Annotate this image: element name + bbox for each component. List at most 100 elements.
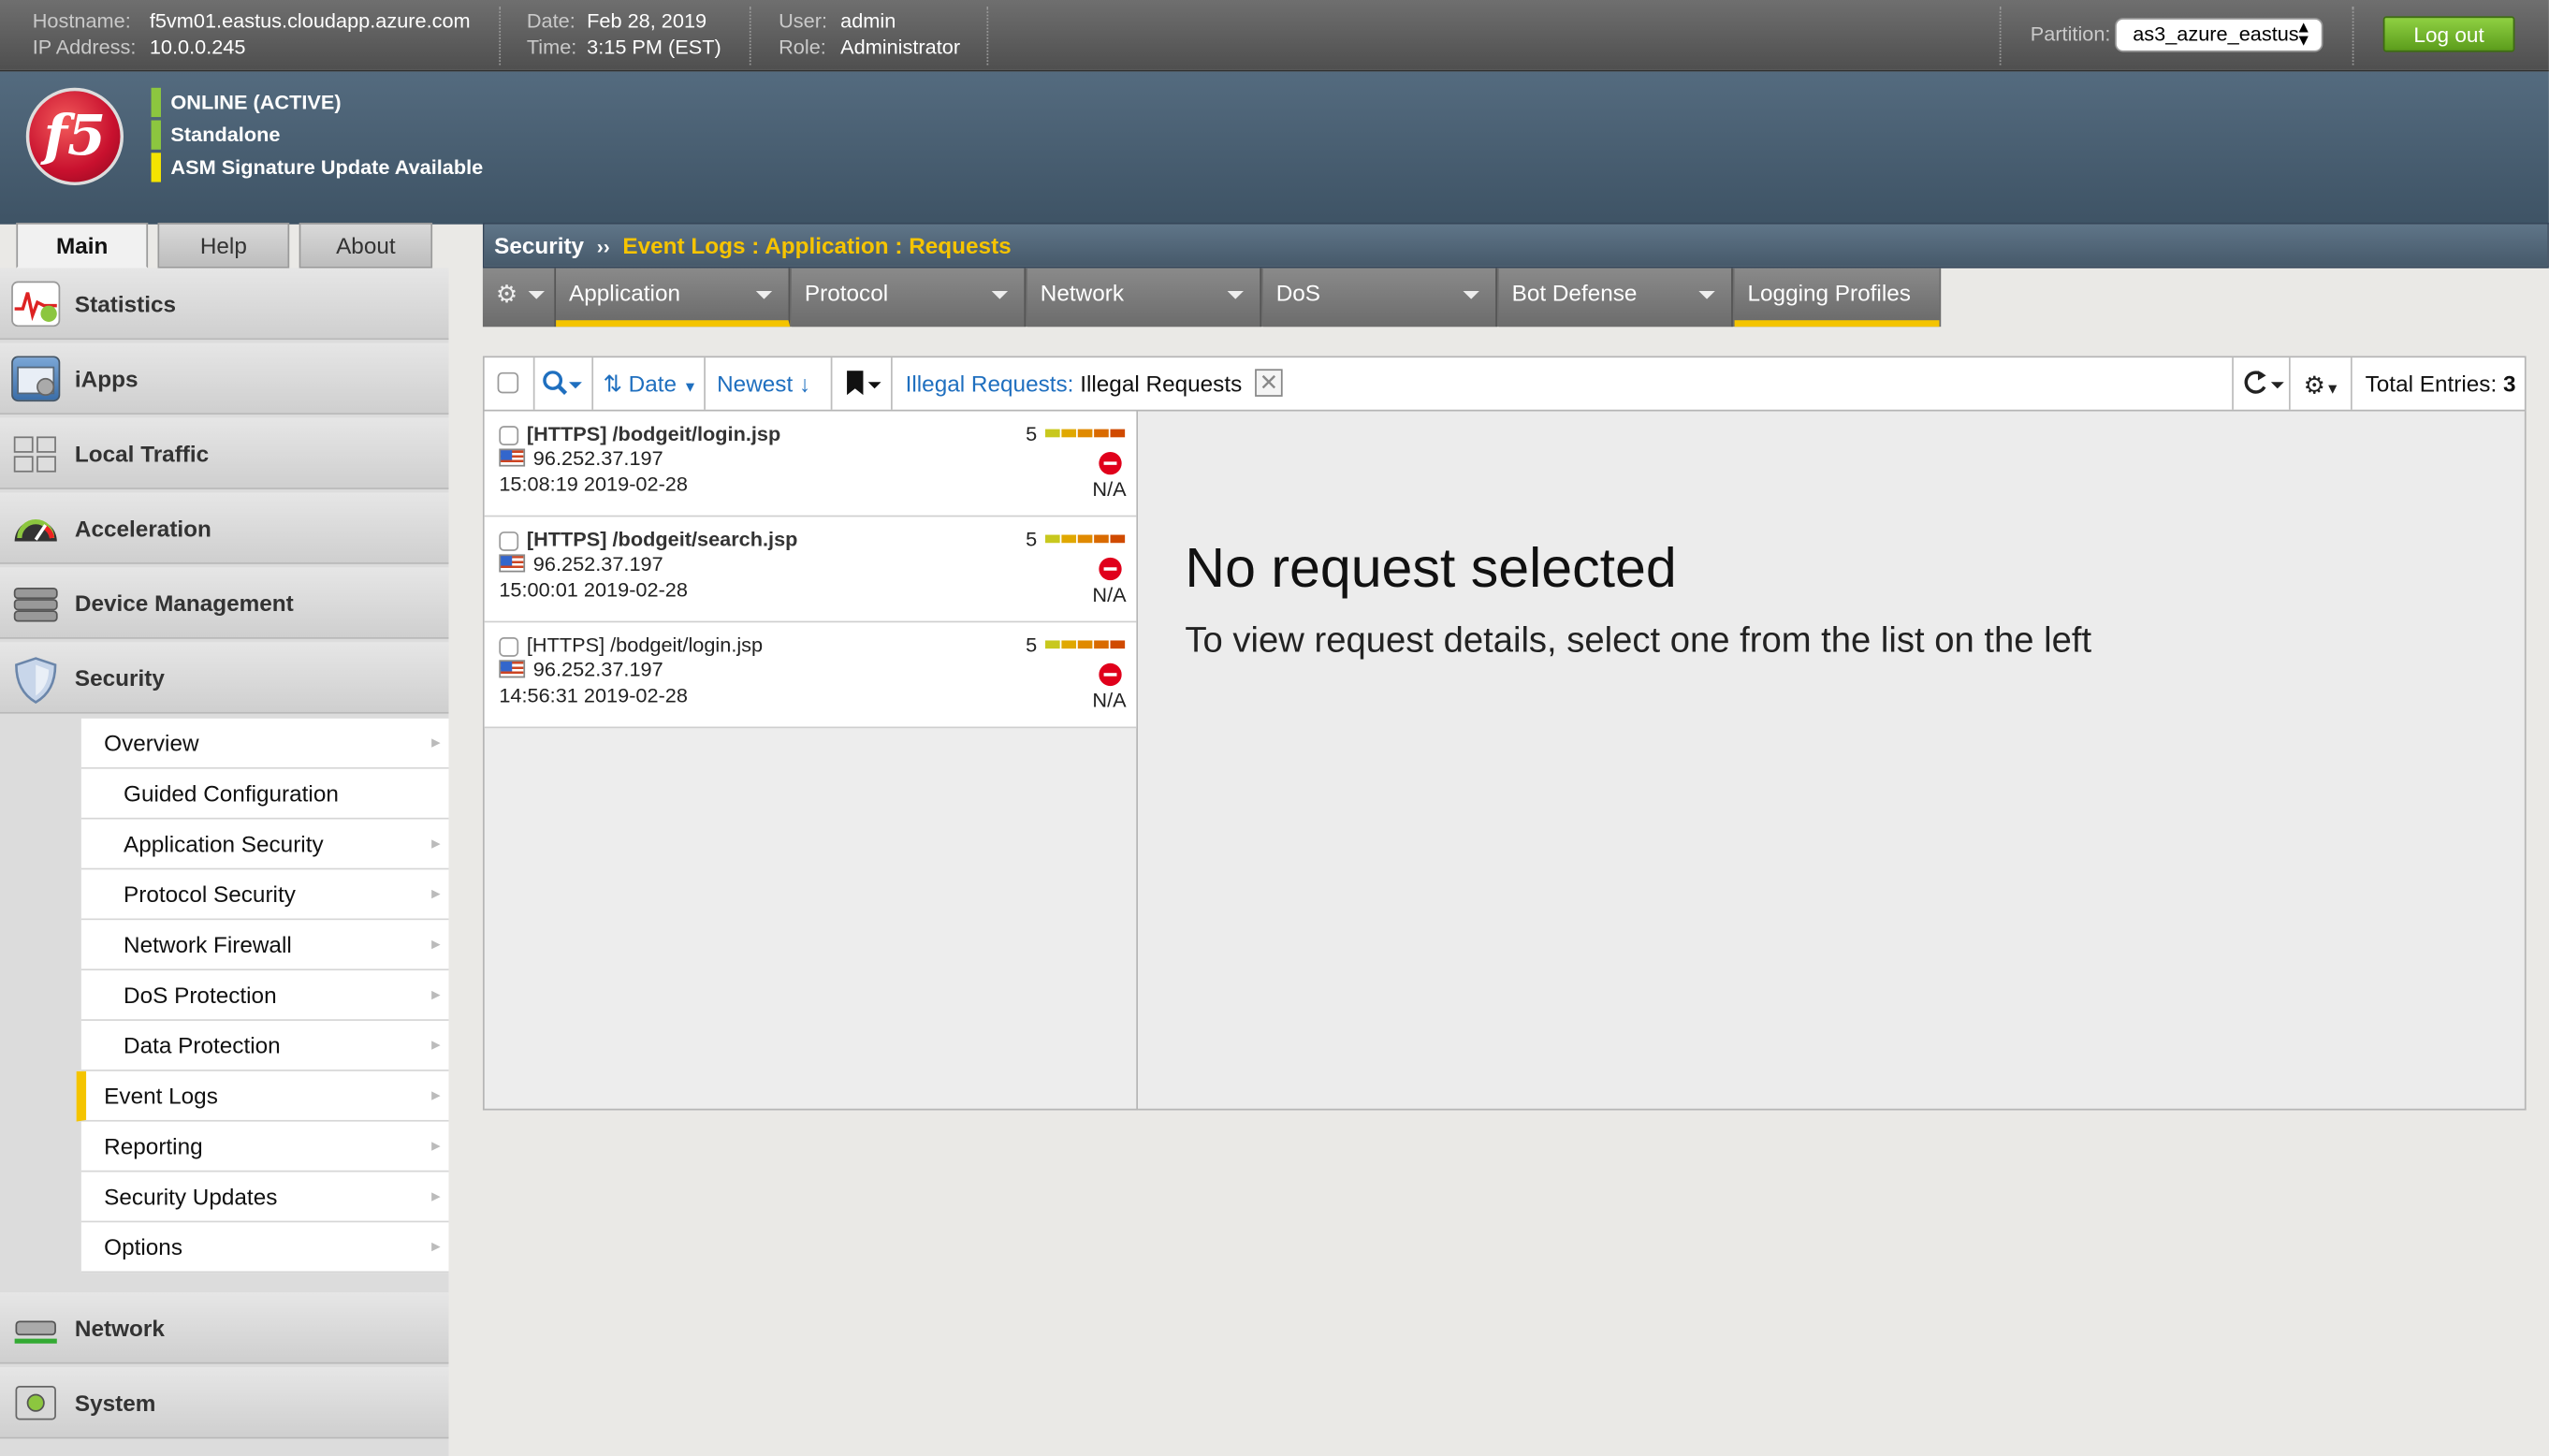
sidebar-sub-options[interactable]: Options ▸ — [80, 1222, 449, 1274]
divider — [986, 6, 989, 66]
sort-by-date-button[interactable]: ⇅ Date ▼ — [593, 357, 706, 410]
sidebar-item-label: iApps — [74, 365, 138, 392]
settings-menu[interactable]: ⚙ — [482, 268, 557, 328]
sidebar-sub-reporting[interactable]: Reporting ▸ — [80, 1121, 449, 1172]
status-asm-update[interactable]: ASM Signature Update Available — [151, 153, 483, 182]
gear-icon: ⚙ — [495, 281, 518, 310]
chevron-right-icon: ▸ — [431, 733, 441, 753]
tab-protocol[interactable]: Protocol — [792, 268, 1027, 328]
sub-label: Options — [104, 1233, 183, 1260]
tab-bot-defense[interactable]: Bot Defense — [1498, 268, 1733, 328]
partition-select[interactable]: as3_azure_eastus ▲ ▼ — [2115, 18, 2323, 52]
sidebar-item-local-traffic[interactable]: Local Traffic — [0, 417, 449, 489]
tab-about[interactable]: About — [299, 222, 433, 269]
sidebar-sub-overview[interactable]: Overview ▸ — [80, 718, 449, 769]
row-checkbox[interactable] — [499, 531, 519, 551]
sub-label: Application Security — [124, 830, 324, 857]
tab-dos[interactable]: DoS — [1262, 268, 1497, 328]
ip-label: IP Address: — [32, 36, 137, 59]
sub-label: Data Protection — [124, 1032, 281, 1058]
search-icon — [543, 371, 582, 395]
divider — [2352, 6, 2354, 66]
request-row[interactable]: [HTTPS] /bodgeit/login.jsp 96.252.37.197… — [484, 411, 1137, 517]
system-icon — [11, 1380, 60, 1426]
divider — [499, 6, 502, 66]
tab-main[interactable]: Main — [16, 222, 149, 269]
request-row[interactable]: [HTTPS] /bodgeit/search.jsp 96.252.37.19… — [484, 517, 1137, 623]
sidebar-sub-protocol-security[interactable]: Protocol Security ▸ — [80, 869, 449, 921]
role-value: Administrator — [840, 36, 961, 59]
request-status: N/A — [1092, 583, 1127, 606]
iapps-icon — [11, 356, 61, 402]
date-label: Date: — [526, 9, 575, 33]
request-ip: 96.252.37.197 — [532, 658, 663, 681]
chevron-right-icon: ▸ — [431, 1237, 441, 1257]
blocked-icon — [1099, 662, 1122, 687]
chevron-down-icon — [991, 290, 1009, 299]
request-row[interactable]: [HTTPS] /bodgeit/login.jsp 96.252.37.197… — [484, 622, 1137, 729]
refresh-menu[interactable] — [2232, 357, 2291, 410]
divider — [749, 6, 751, 66]
tab-label: Network — [1040, 279, 1125, 306]
sidebar-item-device-management[interactable]: Device Management — [0, 567, 449, 639]
user-label: User: — [779, 9, 828, 33]
select-arrows-icon: ▲ ▼ — [2295, 19, 2312, 51]
close-icon: ✕ — [1259, 369, 1279, 396]
status-standalone: Standalone — [151, 120, 280, 150]
logout-button[interactable]: Log out — [2382, 16, 2515, 52]
row-checkbox[interactable] — [499, 636, 519, 657]
sidebar-sub-application-security[interactable]: Application Security ▸ — [80, 819, 449, 870]
sidebar-sub-network-firewall[interactable]: Network Firewall ▸ — [80, 920, 449, 971]
sidebar-sub-security-updates[interactable]: Security Updates ▸ — [80, 1172, 449, 1223]
time-value: 3:15 PM (EST) — [587, 36, 721, 59]
refresh-icon — [2244, 371, 2284, 394]
request-path: [HTTPS] /bodgeit/search.jsp — [526, 528, 798, 551]
sidebar-sub-guided-configuration[interactable]: Guided Configuration — [80, 768, 449, 820]
settings-menu[interactable]: ⚙▼ — [2291, 357, 2352, 410]
chevron-down-icon — [755, 290, 773, 299]
tab-application[interactable]: Application — [556, 268, 791, 328]
local-traffic-icon — [11, 430, 60, 476]
filter-value: Illegal Requests — [1080, 371, 1243, 397]
sidebar-item-iapps[interactable]: iApps — [0, 342, 449, 415]
sidebar-item-acceleration[interactable]: Acceleration — [0, 492, 449, 564]
sort-order-button[interactable]: Newest ↓ — [706, 357, 833, 410]
sidebar-sub-event-logs[interactable]: Event Logs ▸ — [76, 1070, 449, 1122]
hostname-label: Hostname: — [32, 9, 131, 33]
chevron-down-icon — [1463, 290, 1479, 299]
tab-help[interactable]: Help — [157, 222, 290, 269]
sub-label: Event Logs — [104, 1082, 218, 1109]
sidebar-sub-dos-protection[interactable]: DoS Protection ▸ — [80, 970, 449, 1021]
row-checkbox[interactable] — [499, 426, 519, 445]
bookmark-menu[interactable] — [832, 357, 893, 410]
sidebar-item-statistics[interactable]: Statistics — [0, 268, 449, 341]
sidebar-item-network[interactable]: Network — [0, 1292, 449, 1364]
tab-logging-profiles[interactable]: Logging Profiles — [1734, 268, 1940, 328]
select-all-checkbox[interactable] — [485, 357, 535, 410]
tab-network[interactable]: Network — [1027, 268, 1262, 328]
f5-logo: f5 — [25, 87, 124, 186]
partition-label: Partition: — [2030, 22, 2111, 46]
request-status: N/A — [1092, 689, 1127, 712]
breadcrumb-separator: ›› — [596, 235, 610, 259]
status-online: ONLINE (ACTIVE) — [151, 87, 342, 118]
sidebar-item-label: Acceleration — [74, 515, 211, 542]
sidebar-sub-data-protection[interactable]: Data Protection ▸ — [80, 1020, 449, 1071]
time-label: Time: — [526, 36, 577, 59]
request-ip: 96.252.37.197 — [532, 446, 663, 471]
sidebar-item-system[interactable]: System — [0, 1366, 449, 1439]
request-detail-panel: No request selected To view request deta… — [1138, 411, 2527, 1111]
breadcrumb-root[interactable]: Security — [494, 232, 584, 258]
filter-key: Illegal Requests: — [905, 371, 1074, 397]
sidebar-item-label: System — [74, 1390, 156, 1417]
chevron-right-icon: ▸ — [431, 1136, 441, 1157]
breadcrumb-path: Event Logs : Application : Requests — [622, 232, 1012, 259]
request-path: [HTTPS] /bodgeit/login.jsp — [526, 422, 781, 445]
sub-label: Overview — [104, 730, 199, 756]
chevron-right-icon: ▸ — [431, 1085, 441, 1106]
date-value: Feb 28, 2019 — [587, 9, 707, 33]
remove-filter-button[interactable]: ✕ — [1255, 369, 1283, 397]
sort-label: Date — [628, 371, 677, 397]
search-button[interactable] — [535, 357, 594, 410]
sidebar-item-security[interactable]: Security — [0, 642, 449, 714]
